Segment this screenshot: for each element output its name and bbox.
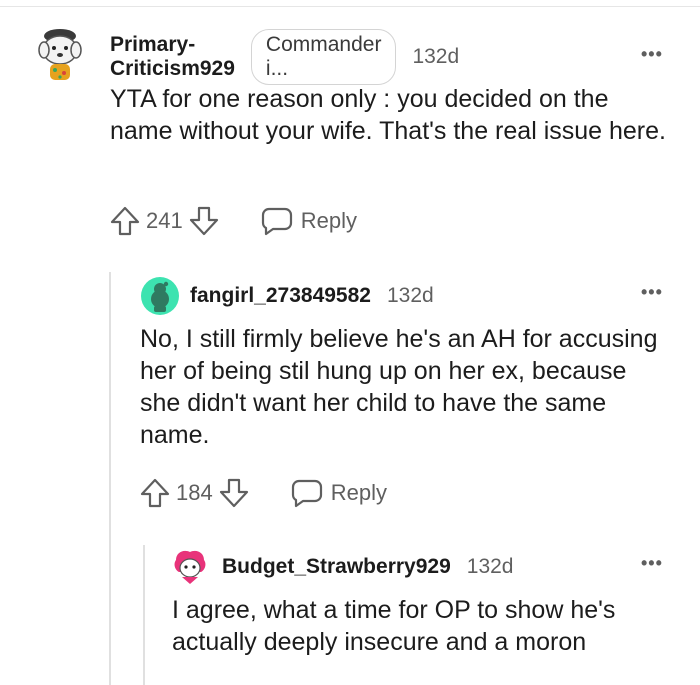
reply-icon [291, 478, 323, 508]
reply-label: Reply [330, 480, 387, 505]
more-options-icon[interactable]: ••• [641, 553, 663, 574]
vote-count: 184 [176, 480, 213, 505]
user-avatar[interactable] [170, 546, 210, 591]
more-options-icon[interactable]: ••• [641, 44, 663, 65]
comment-actions: 184 Reply [140, 476, 387, 510]
thread-line-level1[interactable] [109, 272, 111, 685]
reply-icon [261, 206, 293, 236]
top-divider [0, 0, 700, 7]
more-options-icon[interactable]: ••• [641, 282, 663, 303]
comment-body: No, I still firmly believe he's an AH fo… [140, 325, 658, 449]
username[interactable]: Primary-Criticism929 [110, 33, 235, 81]
comment-time: 132d [466, 555, 514, 578]
thread-line-level2[interactable] [143, 545, 145, 685]
reply-button[interactable]: Reply [261, 206, 357, 236]
user-flair: Commander i... [250, 29, 397, 85]
comment-body: YTA for one reason only : you decided on… [110, 85, 666, 145]
user-avatar[interactable] [36, 26, 84, 89]
upvote-icon[interactable] [110, 205, 140, 237]
user-avatar[interactable] [140, 276, 180, 321]
username[interactable]: fangirl_273849582 [190, 284, 371, 308]
reply-button[interactable]: Reply [291, 478, 387, 508]
username[interactable]: Budget_Strawberry929 [222, 555, 451, 579]
vote-count: 241 [146, 208, 183, 233]
downvote-icon[interactable] [189, 205, 219, 237]
comment-time: 132d [386, 284, 434, 307]
comment-actions: 241 Reply [110, 204, 357, 238]
upvote-icon[interactable] [140, 477, 170, 509]
comment-body: I agree, what a time for OP to show he's… [172, 596, 616, 656]
downvote-icon[interactable] [219, 477, 249, 509]
comment-time: 132d [412, 45, 460, 68]
reply-label: Reply [300, 208, 357, 233]
